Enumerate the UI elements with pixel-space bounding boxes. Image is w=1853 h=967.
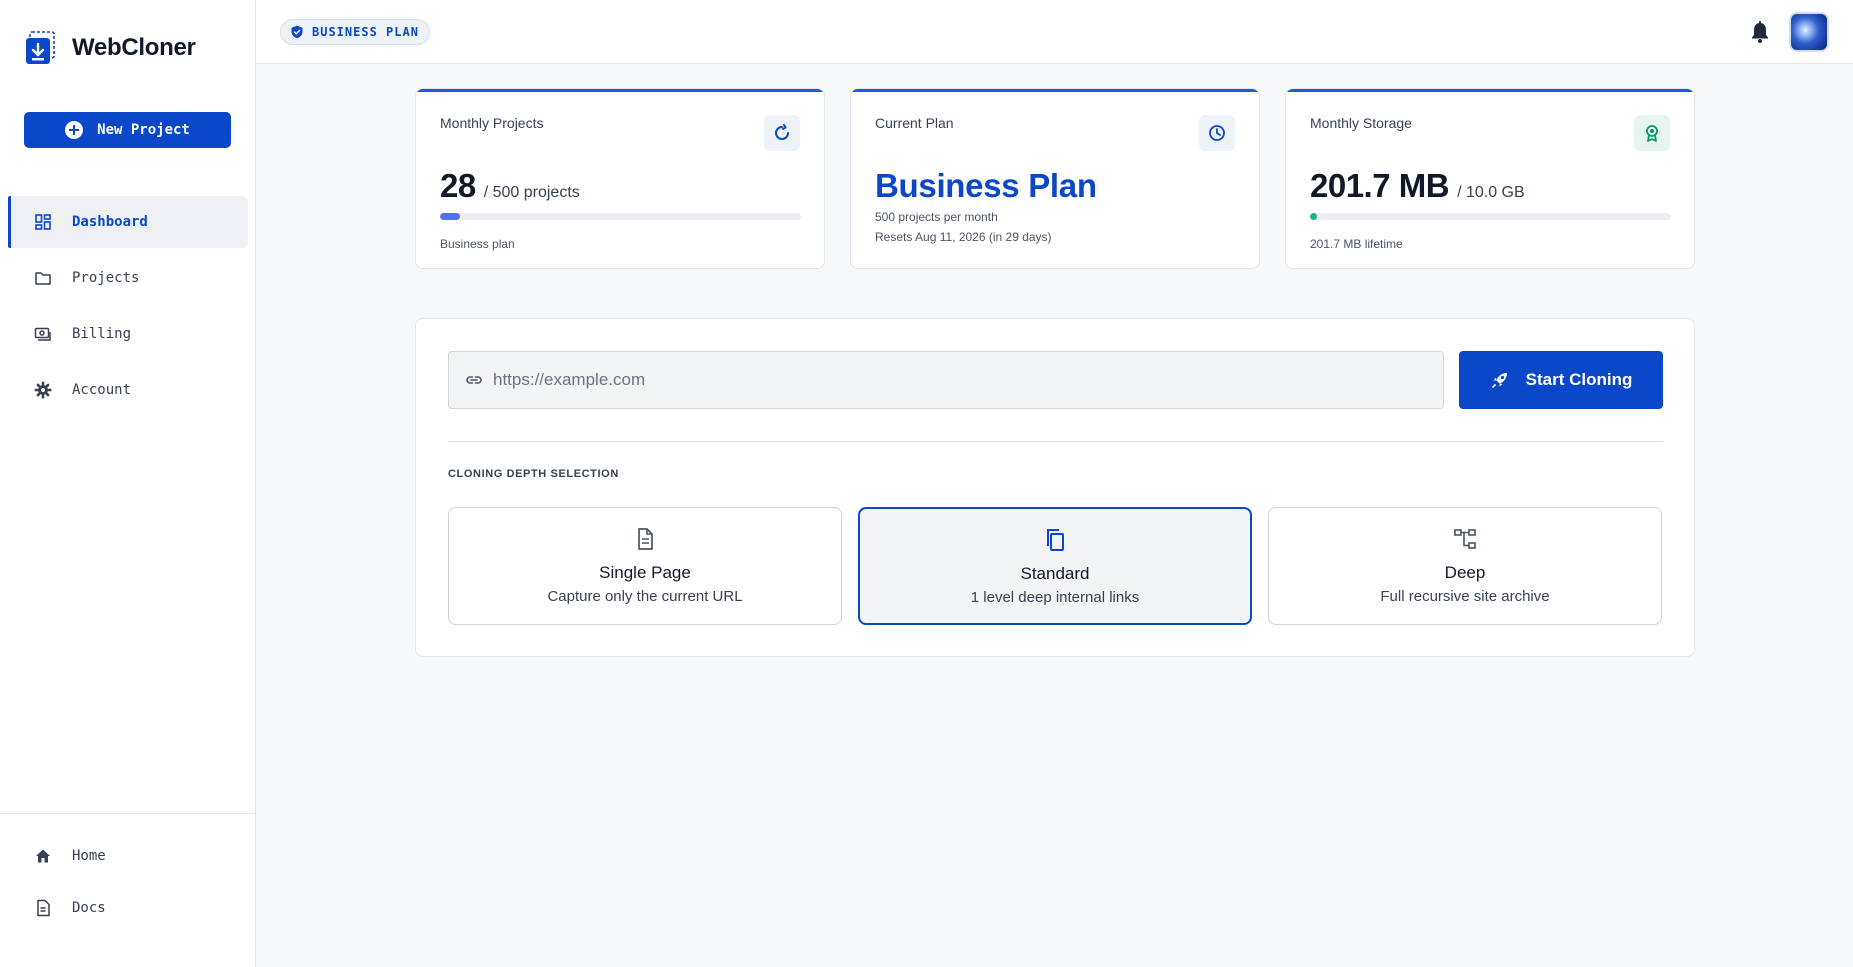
monthly-projects-card: Monthly Projects 28 / 500 projects Busin… bbox=[415, 88, 825, 269]
sidebar-item-label: Home bbox=[72, 848, 106, 864]
brand[interactable]: WebCloner bbox=[24, 30, 196, 66]
storage-total: / 10.0 GB bbox=[1457, 184, 1525, 201]
projects-total: / 500 projects bbox=[483, 184, 580, 201]
monthly-storage-card: Monthly Storage 201.7 MB / 10.0 GB 201.7… bbox=[1285, 88, 1695, 269]
card-title: Current Plan bbox=[875, 115, 954, 131]
sidebar-item-projects[interactable]: Projects bbox=[8, 252, 248, 304]
sidebar-item-home[interactable]: Home bbox=[8, 832, 248, 880]
storage-progress-fill bbox=[1310, 213, 1318, 220]
plan-detail: 500 projects per month bbox=[875, 210, 998, 224]
sidebar-item-label: Projects bbox=[72, 270, 140, 286]
gear-icon bbox=[34, 381, 52, 399]
projects-progress-bar bbox=[440, 213, 801, 220]
app-name: WebCloner bbox=[72, 34, 196, 61]
depth-heading: CLONING DEPTH SELECTION bbox=[448, 468, 619, 480]
bell-icon[interactable] bbox=[1749, 20, 1771, 44]
plan-badge: BUSINESS PLAN bbox=[280, 19, 430, 45]
copy-icon bbox=[1047, 529, 1064, 551]
clock-icon bbox=[1199, 115, 1235, 151]
sidebar-item-label: Billing bbox=[72, 326, 132, 342]
sidebar-item-label: Docs bbox=[72, 900, 106, 916]
option-title: Single Page bbox=[599, 563, 691, 582]
depth-option-standard[interactable]: Standard 1 level deep internal links bbox=[858, 507, 1252, 625]
plan-name: Business Plan bbox=[875, 167, 1097, 204]
projects-note: Business plan bbox=[440, 237, 515, 251]
home-icon bbox=[36, 849, 50, 863]
sidebar-divider bbox=[0, 813, 256, 814]
link-icon bbox=[466, 376, 482, 384]
start-cloning-label: Start Cloning bbox=[1525, 370, 1633, 389]
url-field[interactable] bbox=[448, 351, 1444, 409]
option-desc: 1 level deep internal links bbox=[970, 589, 1140, 606]
panel-divider bbox=[448, 441, 1663, 442]
clone-panel: Start Cloning CLONING DEPTH SELECTION Si… bbox=[415, 318, 1695, 657]
new-project-button[interactable]: New Project bbox=[24, 112, 231, 148]
avatar[interactable] bbox=[1789, 12, 1829, 52]
url-input[interactable] bbox=[493, 370, 1393, 390]
storage-note: 201.7 MB lifetime bbox=[1310, 237, 1403, 251]
document-icon bbox=[37, 899, 50, 917]
award-icon bbox=[1634, 115, 1670, 151]
option-desc: Full recursive site archive bbox=[1380, 588, 1550, 605]
card-title: Monthly Projects bbox=[440, 115, 544, 131]
depth-option-single-page[interactable]: Single Page Capture only the current URL bbox=[448, 507, 842, 625]
sidebar-bottom-nav: Home Docs bbox=[0, 832, 256, 936]
sidebar-nav: Dashboard Projects Billing Account bbox=[0, 196, 256, 420]
plan-reset: Resets Aug 11, 2026 (in 29 days) bbox=[875, 230, 1052, 244]
projects-usage: 28 / 500 projects bbox=[440, 167, 580, 205]
option-title: Deep bbox=[1444, 563, 1486, 582]
file-icon bbox=[638, 528, 653, 550]
depth-option-deep[interactable]: Deep Full recursive site archive bbox=[1268, 507, 1662, 625]
rocket-icon bbox=[1491, 373, 1507, 388]
top-header: BUSINESS PLAN bbox=[256, 0, 1853, 64]
sidebar-item-account[interactable]: Account bbox=[8, 364, 248, 416]
card-title: Monthly Storage bbox=[1310, 115, 1412, 131]
new-project-label: New Project bbox=[97, 122, 190, 138]
folder-icon bbox=[35, 272, 51, 285]
option-desc: Capture only the current URL bbox=[547, 588, 743, 605]
plus-circle-icon bbox=[65, 121, 84, 139]
billing-icon bbox=[34, 327, 51, 341]
plan-badge-label: BUSINESS PLAN bbox=[312, 25, 419, 39]
sidebar-item-label: Account bbox=[72, 382, 132, 398]
refresh-icon bbox=[764, 115, 800, 151]
sidebar: WebCloner New Project Dashboard Projects bbox=[0, 0, 256, 967]
storage-usage: 201.7 MB / 10.0 GB bbox=[1310, 167, 1525, 205]
option-title: Standard bbox=[1020, 564, 1090, 583]
sidebar-item-dashboard[interactable]: Dashboard bbox=[8, 196, 248, 248]
start-cloning-button[interactable]: Start Cloning bbox=[1459, 351, 1663, 409]
grid-icon bbox=[35, 214, 51, 230]
storage-used: 201.7 MB bbox=[1310, 167, 1450, 204]
current-plan-card: Current Plan Business Plan 500 projects … bbox=[850, 88, 1260, 269]
sitemap-icon bbox=[1454, 529, 1476, 549]
sidebar-item-billing[interactable]: Billing bbox=[8, 308, 248, 360]
storage-progress-bar bbox=[1310, 213, 1671, 220]
projects-count: 28 bbox=[440, 167, 476, 204]
projects-progress-fill bbox=[440, 213, 461, 220]
sidebar-item-label: Dashboard bbox=[72, 214, 148, 230]
sidebar-item-docs[interactable]: Docs bbox=[8, 884, 248, 932]
download-logo-icon bbox=[24, 30, 56, 66]
shield-check-icon bbox=[291, 25, 303, 39]
